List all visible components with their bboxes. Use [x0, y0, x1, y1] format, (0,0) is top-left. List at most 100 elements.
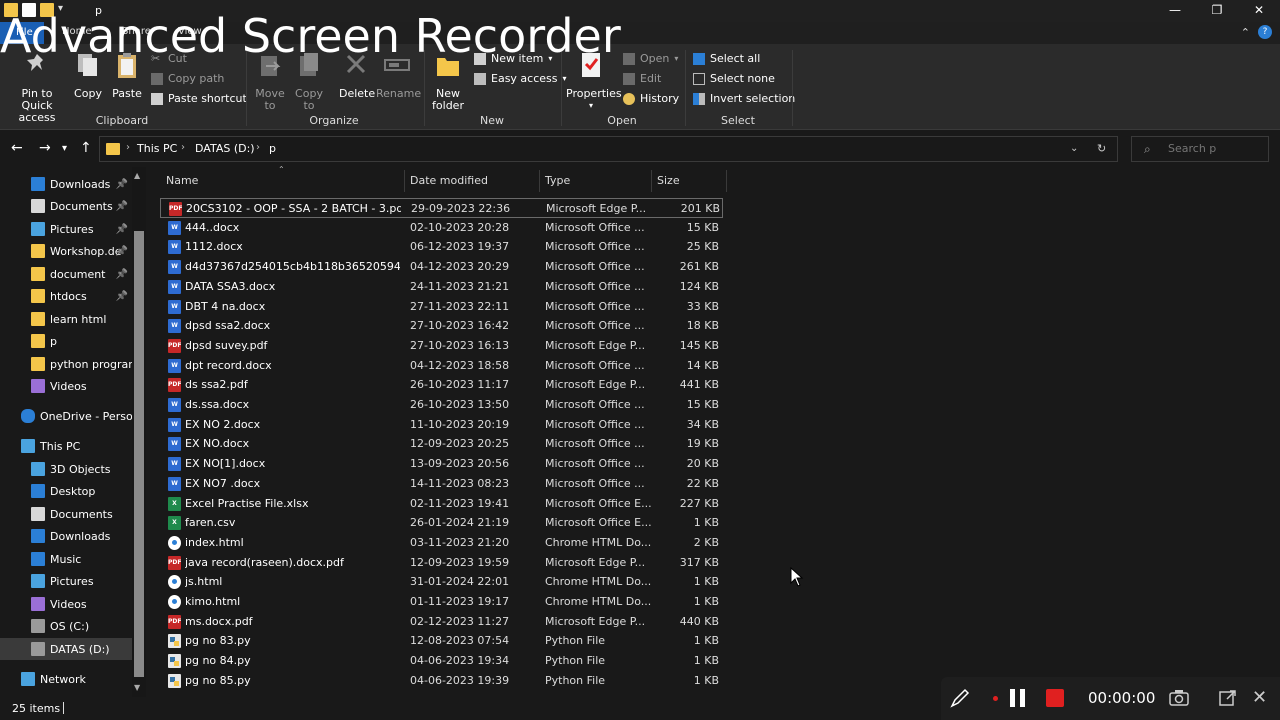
edit-button[interactable]: Edit [623, 72, 661, 85]
table-row[interactable]: PDF dpsd suvey.pdf 27-10-2023 16:13 Microso… [160, 336, 723, 356]
table-row[interactable]: Wd4d37367d254015cb4b118b365205942be... 04… [160, 257, 723, 277]
sidebar-item-htdocs[interactable]: htdocs 📌 [0, 285, 132, 307]
sidebar-item-videos[interactable]: Videos [0, 375, 132, 397]
chevron-up-icon[interactable]: ▲ [134, 171, 140, 180]
easy-access-button[interactable]: Easy access ▾ [474, 72, 567, 85]
address-bar[interactable]: › This PC › DATAS (D:) › p ⌄ ↻ [99, 136, 1118, 162]
refresh-icon[interactable]: ↻ [1097, 142, 1106, 155]
recorder-toolbar: 00:00:00 ✕ [941, 677, 1280, 720]
column-divider[interactable] [404, 170, 405, 192]
table-row[interactable]: PDF ms.docx.pdf 02-12-2023 11:27 Microsoft … [160, 612, 723, 632]
sidebar-item-downloads[interactable]: Downloads 📌 [0, 173, 132, 195]
sidebar-item-document[interactable]: document 📌 [0, 263, 132, 285]
up-arrow-icon[interactable]: ↑ [80, 140, 92, 156]
sidebar-item-downloads[interactable]: Downloads [0, 525, 132, 547]
copy-path-button[interactable]: Copy path [151, 72, 224, 85]
sidebar-item-videos[interactable]: Videos [0, 593, 132, 615]
history-button[interactable]: History [623, 92, 679, 105]
column-header-date[interactable]: Date modified [410, 167, 538, 195]
scroll-thumb[interactable] [134, 231, 144, 677]
file-type: Microsoft Office E... [545, 516, 652, 530]
paste-shortcut-button[interactable]: Paste shortcut [151, 92, 247, 105]
table-row[interactable]: Wds.ssa.docx 26-10-2023 13:50 Microsoft Of… [160, 395, 723, 415]
column-header-name[interactable]: Name [166, 167, 402, 195]
table-row[interactable]: W EX NO7 .docx 14-11-2023 08:23 Microsoft O… [160, 474, 723, 494]
chevron-down-icon[interactable]: ⌄ [1070, 143, 1078, 154]
table-row[interactable]: Wdpt record.docx 04-12-2023 18:58 Microsof… [160, 356, 723, 376]
file-type: Microsoft Office ... [545, 358, 645, 372]
sidebar-item-this-pc[interactable]: This PC [0, 435, 132, 457]
sidebar-item-datas-d[interactable]: DATAS (D:) [0, 638, 132, 660]
sidebar-item-documents[interactable]: Documents [0, 503, 132, 525]
table-row[interactable]: W 444..docx 02-10-2023 20:28 Microsoft Offi… [160, 218, 723, 238]
open-button[interactable]: Open ▾ [623, 52, 678, 65]
nav-scrollbar[interactable]: ▲ ▼ [132, 167, 146, 697]
recent-locations-icon[interactable]: ▾ [62, 143, 67, 154]
sidebar-item-3d-objects[interactable]: 3D Objects [0, 458, 132, 480]
stop-button[interactable] [1046, 689, 1064, 707]
maximize-button[interactable]: ❐ [1196, 0, 1238, 22]
sidebar-item-desktop[interactable]: Desktop [0, 480, 132, 502]
close-icon[interactable]: ✕ [1252, 687, 1267, 708]
sidebar-item-music[interactable]: Music [0, 548, 132, 570]
expand-icon[interactable] [1219, 689, 1237, 710]
forward-arrow-icon[interactable]: → [39, 140, 51, 156]
file-size: 145 KB [679, 338, 719, 352]
sidebar-item-label: OS (C:) [50, 619, 90, 633]
chevron-down-icon[interactable]: ▼ [134, 683, 140, 692]
table-row[interactable]: W DBT 4 na.docx 27-11-2023 22:11 Microsoft … [160, 297, 723, 317]
column-divider[interactable] [539, 170, 540, 192]
table-row[interactable]: pg no 83.py 12-08-2023 07:54 Python File 1 … [160, 631, 723, 651]
table-row[interactable]: W EX NO[1].docx 13-09-2023 20:56 Microsoft … [160, 454, 723, 474]
table-row[interactable]: PDF ds ssa2.pdf 26-10-2023 11:17 Microsoft … [160, 375, 723, 395]
sidebar-item-learn-html[interactable]: learn html [0, 308, 132, 330]
sidebar-item-pictures[interactable]: Pictures 📌 [0, 218, 132, 240]
sidebar-item-pictures[interactable]: Pictures [0, 570, 132, 592]
breadcrumb-datas-d[interactable]: DATAS (D:) [195, 142, 255, 155]
table-row[interactable]: PDF java record(raseen).docx.pdf 12-09-202… [160, 553, 723, 573]
column-divider[interactable] [651, 170, 652, 192]
table-row[interactable]: pg no 85.py 04-06-2023 19:39 Python File 1 … [160, 671, 723, 691]
table-row[interactable]: W 1112.docx 06-12-2023 19:37 Microsoft Offi… [160, 237, 723, 257]
sidebar-item-network[interactable]: Network [0, 668, 132, 690]
table-row[interactable]: index.html 03-11-2023 21:20 Chrome HTML Do… [160, 533, 723, 553]
file-size: 33 KB [686, 299, 719, 313]
table-row[interactable]: pg no 84.py 04-06-2023 19:34 Python File 1 … [160, 651, 723, 671]
table-row[interactable]: X Excel Practise File.xlsx 02-11-2023 19:4… [160, 494, 723, 514]
select-all-button[interactable]: Select all [693, 52, 760, 65]
sidebar-item-python-program[interactable]: python program [0, 353, 132, 375]
breadcrumb-p[interactable]: p [269, 142, 276, 155]
table-row[interactable]: W EX NO.docx 12-09-2023 20:25 Microsoft Off… [160, 434, 723, 454]
search-input[interactable] [1168, 142, 1264, 155]
table-row[interactable]: Xfaren.csv 26-01-2024 21:19 Microsoft Offi… [160, 513, 723, 533]
table-row[interactable]: kimo.html 01-11-2023 19:17 Chrome HTML Do.… [160, 592, 723, 612]
column-header-size[interactable]: Size [657, 167, 723, 195]
sidebar-item-label: Network [40, 672, 86, 686]
help-icon[interactable]: ? [1258, 25, 1272, 39]
column-divider[interactable] [726, 170, 727, 192]
pen-icon[interactable] [949, 687, 971, 712]
invert-selection-button[interactable]: Invert selection [693, 92, 795, 105]
search-box[interactable]: ⌕ [1131, 136, 1269, 162]
breadcrumb-this-pc[interactable]: This PC [137, 142, 177, 155]
pdf-file-icon: PDF [168, 555, 181, 570]
camera-icon[interactable] [1168, 688, 1190, 711]
close-button[interactable]: ✕ [1238, 0, 1280, 22]
chevron-up-icon[interactable]: ⌃ [1241, 26, 1250, 39]
sidebar-item-os-c[interactable]: OS (C:) [0, 615, 132, 637]
sidebar-item-p[interactable]: p [0, 330, 132, 352]
file-date: 03-11-2023 21:20 [410, 535, 510, 549]
select-none-button[interactable]: Select none [693, 72, 775, 85]
column-header-type[interactable]: Type [545, 167, 649, 195]
back-arrow-icon[interactable]: ← [11, 140, 23, 156]
table-row[interactable]: W DATA SSA3.docx 24-11-2023 21:21 Microsoft… [160, 277, 723, 297]
table-row[interactable]: js.html 31-01-2024 22:01 Chrome HTML Do...… [160, 572, 723, 592]
table-row[interactable]: PDF 20CS3102 - OOP - SSA - 2 BATCH - 3.pd… [160, 198, 723, 218]
table-row[interactable]: W EX NO 2.docx 11-10-2023 20:19 Microsoft O… [160, 415, 723, 435]
table-row[interactable]: Wdpsd ssa2.docx 27-10-2023 16:42 Microsoft… [160, 316, 723, 336]
sidebar-item-onedrive-persor[interactable]: OneDrive - Persor [0, 405, 132, 427]
sidebar-item-documents[interactable]: Documents 📌 [0, 195, 132, 217]
minimize-button[interactable]: — [1154, 0, 1196, 22]
pause-button[interactable] [1008, 689, 1028, 710]
sidebar-item-workshop-de[interactable]: Workshop.de 📌 [0, 240, 132, 262]
